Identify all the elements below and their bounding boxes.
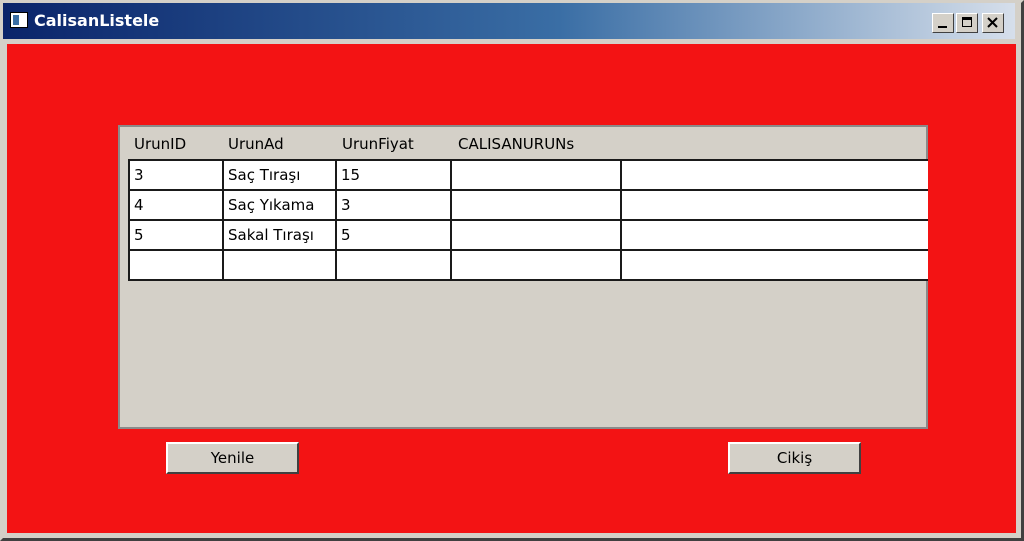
cell-urunfiyat[interactable]: 15 [335, 161, 452, 189]
cell-urunad[interactable]: Sakal Tıraşı [222, 221, 337, 249]
cell-extra[interactable] [620, 161, 928, 189]
cell-urunad[interactable] [222, 251, 337, 279]
refresh-button[interactable]: Yenile [166, 442, 299, 474]
cell-extra[interactable] [620, 191, 928, 219]
cell-calisanuruns[interactable] [450, 161, 622, 189]
cell-calisanuruns[interactable] [450, 221, 622, 249]
form-client-area: UrunID UrunAd UrunFiyat CALISANURUNs 3 S… [7, 44, 1016, 533]
minimize-button[interactable] [932, 13, 954, 33]
cell-extra[interactable] [620, 251, 928, 279]
cell-urunid[interactable] [128, 251, 224, 279]
column-header-urunfiyat[interactable]: UrunFiyat [342, 135, 414, 153]
cell-urunid[interactable]: 5 [128, 221, 224, 249]
cell-urunad[interactable]: Saç Tıraşı [222, 161, 337, 189]
column-header-urunid[interactable]: UrunID [134, 135, 186, 153]
cell-urunid[interactable]: 4 [128, 191, 224, 219]
cell-calisanuruns[interactable] [450, 251, 622, 279]
maximize-icon [962, 17, 972, 27]
data-grid[interactable]: UrunID UrunAd UrunFiyat CALISANURUNs 3 S… [118, 125, 928, 429]
close-icon [987, 17, 998, 28]
app-icon [10, 12, 28, 28]
table-row[interactable]: 5 Sakal Tıraşı 5 [128, 221, 928, 251]
cell-urunfiyat[interactable]: 3 [335, 191, 452, 219]
minimize-icon [938, 26, 947, 28]
maximize-button[interactable] [956, 13, 978, 33]
column-header-calisanuruns[interactable]: CALISANURUNs [458, 135, 574, 153]
title-bar[interactable]: CalisanListele [3, 3, 1015, 39]
cell-calisanuruns[interactable] [450, 191, 622, 219]
table-row-new[interactable] [128, 251, 928, 281]
cell-urunid[interactable]: 3 [128, 161, 224, 189]
window-title: CalisanListele [34, 11, 160, 30]
close-button[interactable] [982, 13, 1004, 33]
table-row[interactable]: 3 Saç Tıraşı 15 [128, 161, 928, 191]
column-header-urunad[interactable]: UrunAd [228, 135, 284, 153]
cell-urunfiyat[interactable]: 5 [335, 221, 452, 249]
cell-urunfiyat[interactable] [335, 251, 452, 279]
table-row[interactable]: 4 Saç Yıkama 3 [128, 191, 928, 221]
cell-extra[interactable] [620, 221, 928, 249]
grid-rows: 3 Saç Tıraşı 15 4 Saç Yıkama 3 5 Sakal T… [128, 159, 928, 281]
cell-urunad[interactable]: Saç Yıkama [222, 191, 337, 219]
exit-button[interactable]: Cikiş [728, 442, 861, 474]
